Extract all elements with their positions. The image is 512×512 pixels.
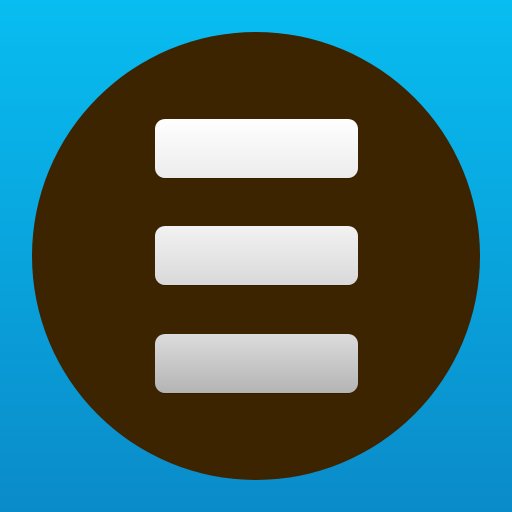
menu-bar-top bbox=[155, 119, 358, 178]
menu-bar-middle bbox=[155, 226, 358, 285]
app-icon-background bbox=[0, 0, 512, 512]
menu-bar-bottom bbox=[155, 334, 358, 393]
